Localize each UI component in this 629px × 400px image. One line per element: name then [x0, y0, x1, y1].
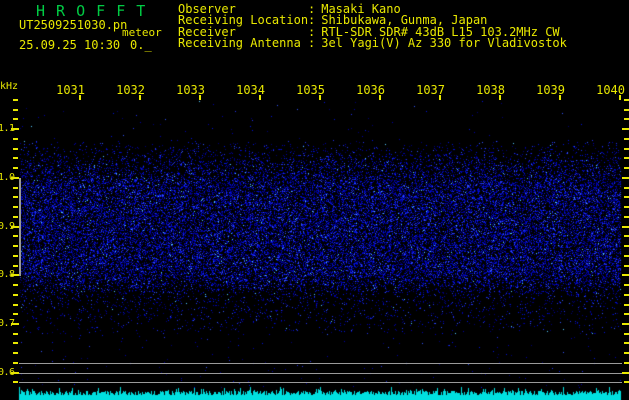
y-tick-right [622, 225, 629, 228]
y-tick-right [624, 157, 629, 160]
info-row: Receiving Antenna:3el Yagi(V) Az 330 for… [178, 36, 567, 51]
y-tick [13, 167, 18, 170]
y-tick-right [624, 342, 629, 345]
y-tick-right [624, 254, 629, 257]
y-tick [13, 342, 18, 345]
y-tick [13, 206, 18, 209]
x-tick [439, 95, 441, 100]
y-tick-label: 0.8 [0, 269, 15, 281]
y-tick-right [624, 235, 629, 238]
y-tick [13, 264, 18, 267]
y-tick-right [624, 284, 629, 287]
y-tick-right [624, 147, 629, 150]
y-tick [13, 332, 18, 335]
x-tick [199, 95, 201, 100]
y-tick-label: 0.6 [0, 366, 15, 378]
y-tick [13, 157, 18, 160]
x-tick [319, 95, 321, 100]
y-tick-right [624, 196, 629, 199]
y-tick-right [624, 352, 629, 355]
y-tick [13, 284, 18, 287]
x-tick [619, 95, 621, 100]
y-tick-right [624, 98, 629, 101]
y-axis-unit-label: kHz [0, 81, 19, 92]
x-tick [259, 95, 261, 100]
x-tick [559, 95, 561, 100]
y-tick-right [624, 381, 629, 384]
level-reference-line [19, 382, 622, 384]
y-tick [13, 147, 18, 150]
y-tick [13, 293, 18, 296]
y-tick [13, 118, 18, 121]
hrofft-screen: H R O F F T UT2509251030.pn meteor 25.09… [0, 0, 629, 400]
y-tick [13, 186, 18, 189]
y-tick [13, 361, 18, 364]
echo-count: 0._ [130, 38, 152, 52]
count-range-marker [19, 178, 21, 276]
level-reference-line [19, 372, 622, 374]
y-tick-label: 1.1 [0, 123, 15, 135]
y-tick [13, 352, 18, 355]
x-tick [139, 95, 141, 100]
y-tick-right [624, 303, 629, 306]
y-tick-right [622, 176, 629, 179]
y-tick-right [624, 108, 629, 111]
level-reference-line [19, 363, 622, 364]
x-tick [79, 95, 81, 100]
y-tick-right [624, 206, 629, 209]
y-tick-right [624, 167, 629, 170]
y-tick-right [624, 245, 629, 248]
y-tick [13, 215, 18, 218]
y-tick [13, 381, 18, 384]
y-tick-right [624, 137, 629, 140]
x-tick [379, 95, 381, 100]
x-tick [499, 95, 501, 100]
y-tick [13, 235, 18, 238]
y-tick [13, 245, 18, 248]
station-info-block: Observer: Masaki Kano Receiving Location: S… [178, 3, 567, 51]
info-separator: : [308, 36, 316, 51]
observation-datetime: 25.09.25 10:30 [19, 38, 121, 52]
y-tick-right [622, 371, 629, 374]
y-tick [13, 196, 18, 199]
y-tick-right [624, 293, 629, 296]
y-tick-right [622, 274, 629, 277]
y-tick-right [624, 361, 629, 364]
spectrogram-canvas [0, 0, 629, 400]
y-tick-right [624, 118, 629, 121]
y-tick-label: 0.9 [0, 220, 15, 232]
y-tick-right [622, 323, 629, 325]
y-tick [13, 137, 18, 140]
y-tick [13, 108, 18, 111]
info-value: 3el Yagi(V) Az 330 for Vladivostok [321, 36, 567, 51]
info-label: Receiving Antenna [178, 36, 301, 51]
y-tick-right [624, 264, 629, 267]
y-tick-label: 1.0 [0, 171, 15, 183]
y-tick-label: 0.7 [0, 318, 15, 329]
y-tick [13, 254, 18, 257]
y-tick [13, 303, 18, 306]
y-tick-right [624, 186, 629, 189]
y-tick [13, 313, 18, 316]
y-tick [13, 98, 18, 101]
y-tick-right [624, 332, 629, 335]
y-tick-right [622, 128, 629, 131]
y-tick-right [624, 215, 629, 218]
y-tick-right [624, 313, 629, 316]
output-filename: UT2509251030.pn [19, 18, 128, 32]
